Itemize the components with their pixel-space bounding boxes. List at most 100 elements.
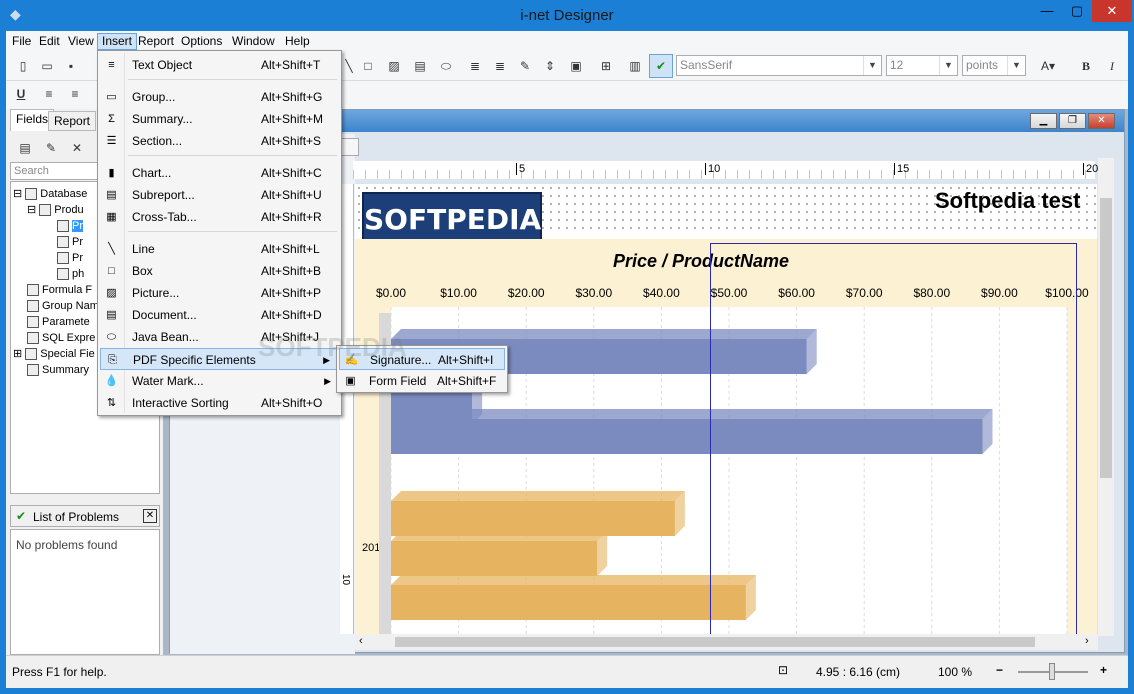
delete-icon[interactable]: ✕ [68,139,86,157]
menu-item-java-bean[interactable]: ⬭ Java Bean... Alt+Shift+J [100,326,339,348]
menu-item-label: Picture... [132,286,180,300]
vertical-scrollbar[interactable] [1098,158,1114,636]
bold-button[interactable]: B [1077,57,1095,75]
tree-item-summary[interactable]: Summary [27,362,89,378]
menu-item-form-field[interactable]: ▣ Form Field Alt+Shift+F [339,370,505,392]
italic-button[interactable]: I [1103,57,1121,75]
size-icon[interactable]: ⇕ [541,57,559,75]
menu-report[interactable]: Report [134,33,178,50]
tree-item-parameter[interactable]: Paramete [27,314,90,330]
menu-item-summary[interactable]: Σ Summary... Alt+Shift+M [100,108,339,130]
submenu-arrow-icon: ▶ [323,355,330,365]
copy-icon[interactable]: ▤ [16,139,34,157]
bar-top [391,491,685,501]
menu-item-picture[interactable]: ▨ Picture... Alt+Shift+P [100,282,339,304]
tree-item-products[interactable]: ⊟ Produ [27,202,84,218]
export-icon[interactable]: ▥ [626,57,644,75]
scroll-thumb[interactable] [1100,198,1112,478]
scroll-thumb[interactable] [395,637,1035,647]
table-icon [39,204,52,217]
menu-item-document[interactable]: ▤ Document... Alt+Shift+D [100,304,339,326]
font-family-select[interactable]: SansSerif ▼ [676,55,882,76]
restore-button[interactable]: ❐ [1059,113,1086,129]
zoom-slider-thumb[interactable] [1049,663,1055,680]
menu-file[interactable]: File [8,33,35,50]
zoom-in-icon[interactable]: + [1100,663,1107,677]
format-icon[interactable]: ✎ [516,57,534,75]
field-icon [57,252,69,265]
tree-item-sql[interactable]: SQL Expre [27,330,95,346]
scroll-right-icon[interactable]: › [1085,635,1089,647]
align2-icon[interactable]: ≣ [491,57,509,75]
close-button[interactable]: ✕ [1088,113,1115,129]
menu-options[interactable]: Options [177,33,226,50]
unit-select[interactable]: points ▼ [962,55,1026,76]
menu-item-subreport[interactable]: ▤ Subreport... Alt+Shift+U [100,184,339,206]
tree-item-database[interactable]: ⊟ Database [13,186,87,202]
close-icon[interactable]: ✕ [143,509,157,523]
tree-icon[interactable]: ⊞ [597,57,615,75]
picture-tool-icon[interactable]: ▨ [385,57,403,75]
tree-item-field[interactable]: Pr [57,250,83,266]
menu-help[interactable]: Help [281,33,314,50]
menu-item-label: Water Mark... [132,374,204,388]
edit-icon[interactable]: ✎ [42,139,60,157]
fit-icon[interactable]: ⊡ [778,663,788,677]
bean-tool-icon[interactable]: ⬭ [437,57,455,75]
tree-item-special[interactable]: ⊞ Special Fie [13,346,95,362]
minimize-button[interactable]: — [1032,0,1062,22]
tree-item-field[interactable]: Pr [57,234,83,250]
menu-item-pdf[interactable]: ⎘ PDF Specific Elements ▶ [100,348,339,370]
menu-view[interactable]: View [64,33,98,50]
vertical-ruler: 10 [340,184,354,634]
check-icon[interactable]: ✔ [649,54,673,78]
menu-item-chart[interactable]: ▮ Chart... Alt+Shift+C [100,162,339,184]
coordinates: 4.95 : 6.16 (cm) [816,665,901,679]
menu-item-text-object[interactable]: ≡ Text Object Alt+Shift+T [100,54,339,76]
menu-item-interactive-sorting[interactable]: ⇅ Interactive Sorting Alt+Shift+O [100,392,339,414]
tree-item-formula[interactable]: Formula F [27,282,92,298]
align-center-icon[interactable]: ≡ [66,85,84,103]
menu-item-shortcut: Alt+Shift+B [261,264,322,278]
menu-item-cross-tab[interactable]: ▦ Cross-Tab... Alt+Shift+R [100,206,339,228]
align-left-icon[interactable]: ≡ [40,85,58,103]
menu-item-group[interactable]: ▭ Group... Alt+Shift+G [100,86,339,108]
water-mark-icon: 💧 [104,375,119,387]
menu-window[interactable]: Window [228,33,279,50]
menu-edit[interactable]: Edit [35,33,64,50]
menu-item-signature[interactable]: ✍ Signature... Alt+Shift+I [339,348,505,370]
tab-report[interactable]: Report [48,111,97,131]
maximize-button[interactable]: ▢ [1062,0,1092,22]
new-icon[interactable]: ▯ [14,57,32,75]
close-button[interactable]: ✕ [1092,0,1132,22]
tree-item-field[interactable]: Pr [57,218,83,234]
horizontal-scrollbar[interactable]: ‹ › [355,634,1098,650]
menu-item-section[interactable]: ☰ Section... Alt+Shift+S [100,130,339,152]
font-color-icon[interactable]: A▾ [1034,57,1062,75]
menu-separator [128,155,337,156]
align-icon[interactable]: ≣ [466,57,484,75]
x-tick-label: $70.00 [846,286,883,300]
line-tool-icon[interactable]: ╲ [340,57,358,75]
menu-item-water-mark[interactable]: 💧 Water Mark... ▶ [100,370,339,392]
tree-item-group[interactable]: Group Nam [27,298,99,314]
submenu-arrow-icon: ▶ [324,376,331,386]
open-icon[interactable]: ▭ [38,57,56,75]
document-tool-icon[interactable]: ▤ [411,57,429,75]
minimize-button[interactable]: ▁ [1030,113,1057,129]
tree-item-field[interactable]: ph [57,266,84,282]
box-tool-icon[interactable]: □ [359,57,377,75]
save-icon[interactable]: ▪ [62,57,80,75]
menu-item-box[interactable]: □ Box Alt+Shift+B [100,260,339,282]
signature-icon: ✍ [344,354,359,366]
menu-item-shortcut: Alt+Shift+J [261,330,320,344]
bean2-icon[interactable]: ▣ [567,57,585,75]
bar-top [391,531,608,541]
menu-insert[interactable]: Insert [97,33,138,50]
font-size-select[interactable]: 12 ▼ [886,55,958,76]
zoom-out-icon[interactable]: − [996,663,1003,677]
ruler-mark: 10 [340,573,352,586]
scroll-left-icon[interactable]: ‹ [359,635,363,647]
menu-item-line[interactable]: ╲ Line Alt+Shift+L [100,238,339,260]
underline-button[interactable]: U [12,85,30,103]
